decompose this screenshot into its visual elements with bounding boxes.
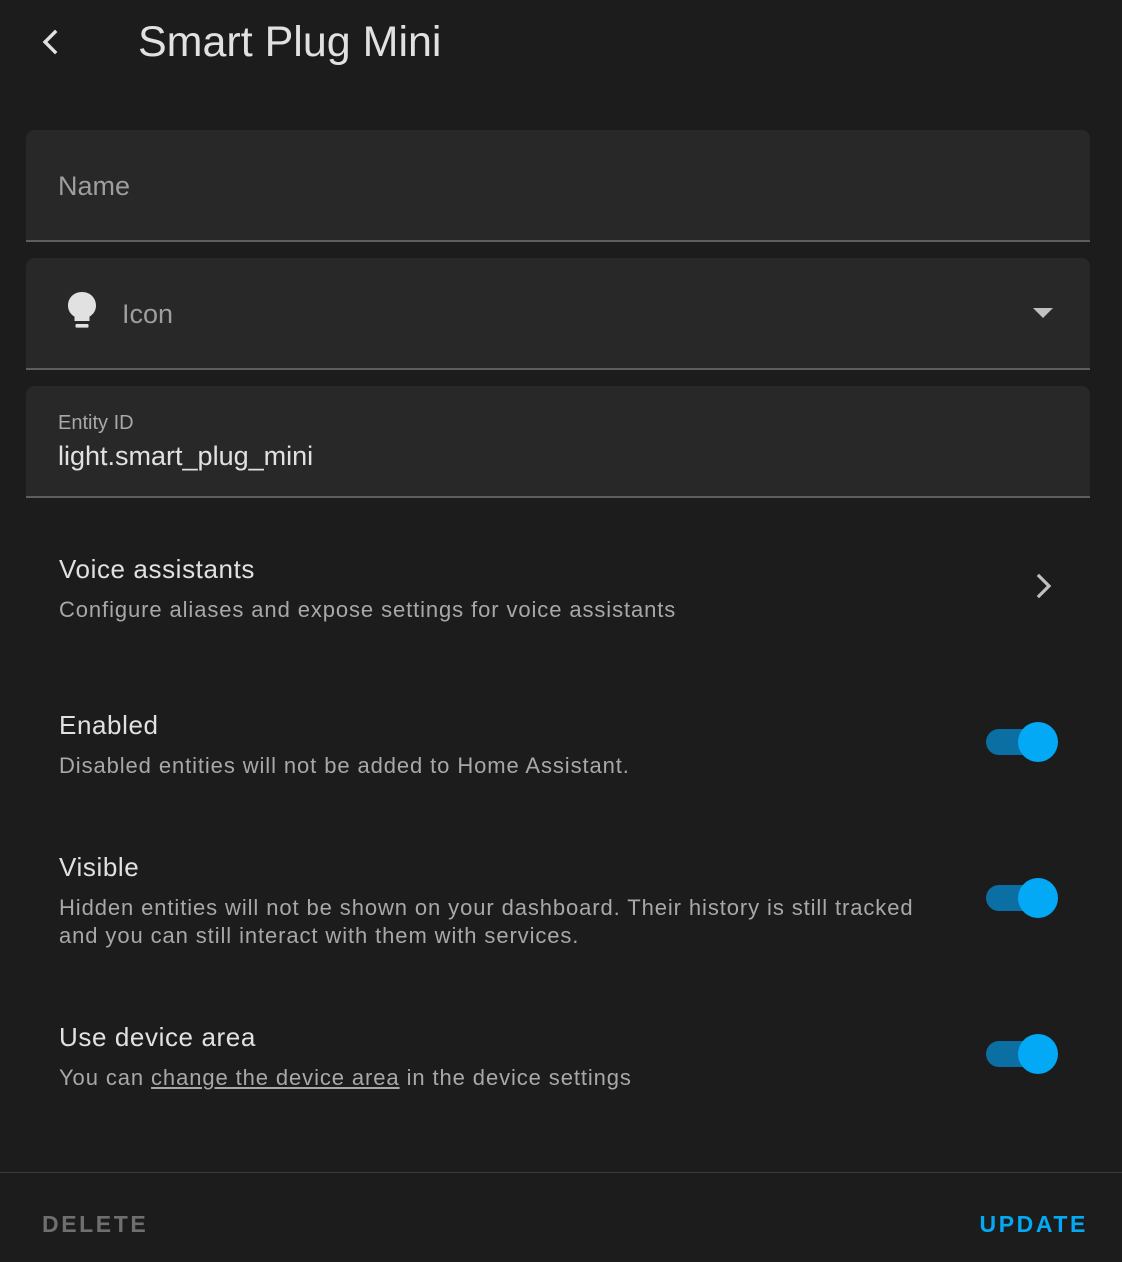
use-device-area-title: Use device area <box>59 1022 256 1052</box>
visible-description: Hidden entities will not be shown on you… <box>59 895 914 948</box>
enabled-row: Enabled Disabled entities will not be ad… <box>26 696 1090 806</box>
name-placeholder: Name <box>58 171 131 201</box>
entity-id-field[interactable]: Entity ID light.smart_plug_mini <box>26 386 1090 498</box>
chevron-left-icon <box>42 29 58 55</box>
update-button[interactable]: UPDATE <box>980 1211 1088 1238</box>
delete-button[interactable]: DELETE <box>42 1211 148 1238</box>
description-suffix: in the device settings <box>399 1065 632 1090</box>
use-device-area-row: Use device area You can change the devic… <box>26 1008 1090 1118</box>
toggle-thumb <box>1018 878 1058 918</box>
voice-assistants-title: Voice assistants <box>59 554 256 584</box>
lightbulb-icon <box>68 292 96 328</box>
voice-assistants-description: Configure aliases and expose settings fo… <box>59 597 677 622</box>
page-title: Smart Plug Mini <box>138 18 442 66</box>
top-app-bar: Smart Plug Mini <box>0 0 1122 86</box>
voice-assistants-row[interactable]: Voice assistants Configure aliases and e… <box>26 540 1090 650</box>
name-field[interactable]: Name <box>26 130 1090 242</box>
entity-id-value[interactable]: light.smart_plug_mini <box>58 438 313 474</box>
enabled-description: Disabled entities will not be added to H… <box>59 753 630 778</box>
description-prefix: You can <box>59 1065 152 1090</box>
chevron-right-icon <box>1036 573 1052 599</box>
enabled-title: Enabled <box>59 710 159 740</box>
use-device-area-description: You can change the device area in the de… <box>59 1064 919 1092</box>
visible-title: Visible <box>59 852 140 882</box>
icon-placeholder: Icon <box>122 299 174 329</box>
change-device-area-link[interactable]: change the device area <box>151 1065 400 1090</box>
dropdown-arrow-icon[interactable] <box>1032 306 1054 320</box>
back-button[interactable] <box>30 22 70 62</box>
entity-id-label: Entity ID <box>58 412 134 434</box>
icon-picker[interactable]: Icon <box>26 258 1090 370</box>
toggle-thumb <box>1018 1034 1058 1074</box>
visible-toggle[interactable] <box>986 878 1058 918</box>
enabled-toggle[interactable] <box>986 722 1058 762</box>
toggle-thumb <box>1018 722 1058 762</box>
use-device-area-toggle[interactable] <box>986 1034 1058 1074</box>
visible-row: Visible Hidden entities will not be show… <box>26 838 1090 968</box>
dialog-actions: DELETE UPDATE <box>0 1172 1122 1262</box>
